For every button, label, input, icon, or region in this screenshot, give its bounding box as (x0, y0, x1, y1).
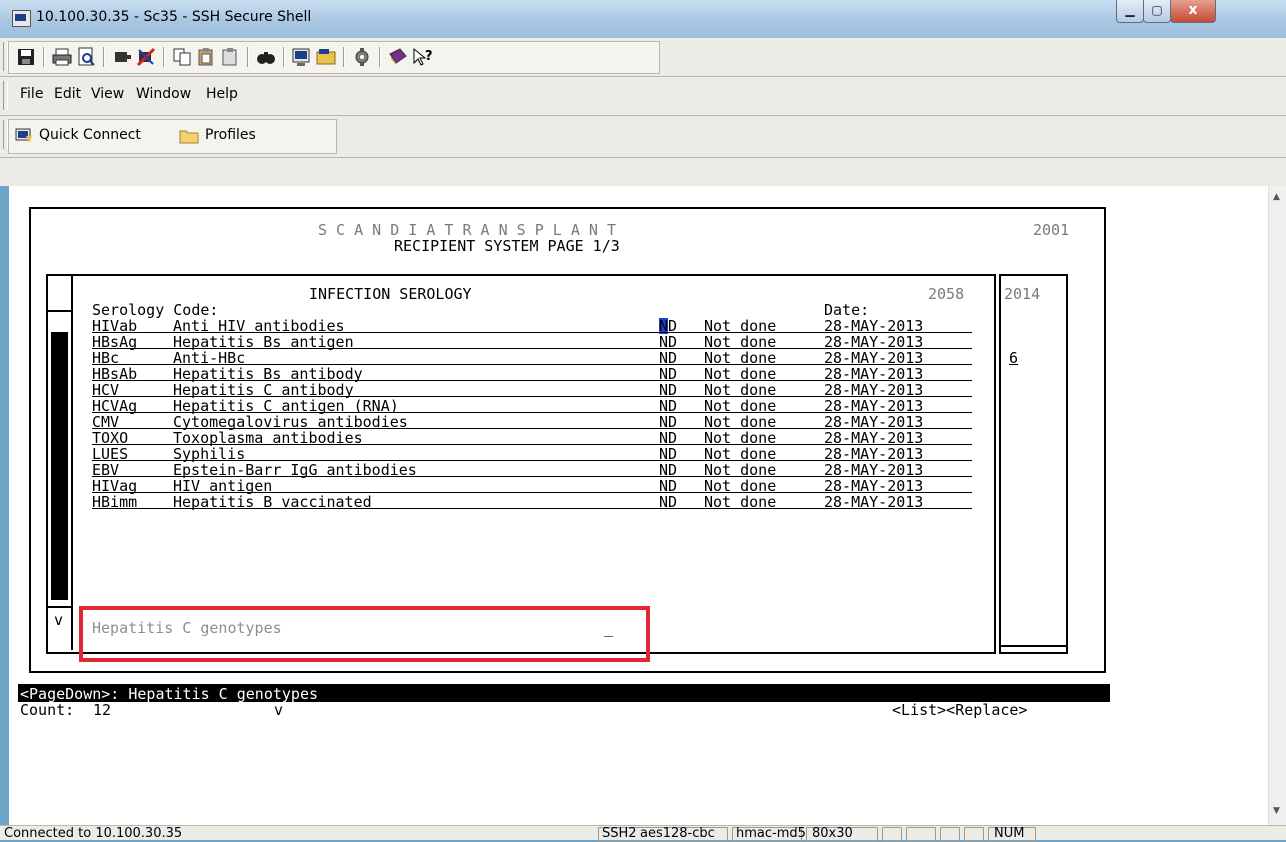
title-bar[interactable]: 10.100.30.35 - Sc35 - SSH Secure Shell ▁… (0, 0, 1286, 39)
find-icon[interactable] (255, 46, 277, 68)
toolbar-separator (103, 47, 105, 67)
close-button[interactable]: x (1170, 0, 1216, 23)
row-tick (46, 310, 73, 312)
clipboard-icon[interactable] (219, 46, 241, 68)
serology-code-header: Serology Code: (92, 301, 219, 319)
connect-icon[interactable] (111, 46, 133, 68)
left-scroll-bar (51, 332, 68, 600)
window-chrome: ? File Edit View Window Help Quick Conne… (0, 38, 1286, 186)
help-book-icon[interactable] (387, 46, 409, 68)
icon-toolbar-panel: ? (8, 41, 660, 74)
section-divider (71, 274, 73, 650)
date-header: Date: (824, 301, 870, 319)
quick-connect-bar: Quick Connect Profiles (0, 116, 1286, 158)
genotype-field[interactable]: Hepatitis C genotypes (92, 620, 282, 636)
system-name: S C A N D I A T R A N S P L A N T (318, 221, 617, 239)
ssh-app-icon[interactable] (12, 10, 31, 27)
quickbar-panel: Quick Connect Profiles (8, 119, 337, 154)
minimize-button[interactable]: ▁ (1116, 0, 1144, 23)
side-rule (999, 645, 1066, 647)
menu-file[interactable]: File (20, 86, 43, 102)
file-transfer-icon[interactable] (315, 46, 337, 68)
side-frame (999, 274, 1068, 654)
scroll-down-marker: v (54, 611, 64, 629)
screen-code: 2001 (1033, 221, 1070, 239)
connection-status: Connected to 10.100.30.35 (4, 826, 183, 841)
svg-text:?: ? (425, 49, 433, 64)
toolbar-separator (163, 47, 165, 67)
menu-help[interactable]: Help (206, 86, 238, 102)
folder-icon[interactable] (179, 128, 199, 144)
paste-icon[interactable] (195, 46, 217, 68)
count-label: Count: (20, 701, 75, 719)
side-value-cell[interactable]: 6 (1009, 350, 1018, 366)
terminal-screen[interactable]: S C A N D I A T R A N S P L A N T 2001 R… (9, 186, 1268, 825)
scroll-up-icon[interactable]: ▲ (1273, 192, 1280, 202)
terminal-scrollbar[interactable]: ▲ ▼ (1268, 186, 1286, 825)
save-icon[interactable] (15, 46, 37, 68)
status-panel (940, 827, 960, 842)
disconnect-icon[interactable] (135, 46, 157, 68)
print-preview-icon[interactable] (75, 46, 97, 68)
protocol-status: SSH2 (602, 826, 637, 841)
window-title: 10.100.30.35 - Sc35 - SSH Secure Shell (36, 9, 312, 25)
genotype-cursor: _ (604, 619, 614, 637)
scroll-down-icon[interactable]: ▼ (1273, 806, 1280, 816)
row-tick (46, 606, 73, 608)
toolbar-separator (379, 47, 381, 67)
menu-bar: File Edit View Window Help (0, 77, 1286, 116)
menu-view[interactable]: View (91, 86, 124, 102)
maximize-button[interactable]: ▢ (1143, 0, 1171, 23)
status-panel (882, 827, 902, 842)
status-panel (964, 827, 984, 842)
cipher-status: aes128-cbc (640, 826, 715, 841)
side-code: 2014 (1004, 285, 1041, 303)
status-panel (906, 827, 936, 842)
menu-grip[interactable] (3, 81, 8, 110)
icon-toolbar: ? (0, 38, 1286, 77)
profiles-button[interactable]: Profiles (205, 127, 256, 143)
context-help-icon[interactable]: ? (411, 46, 433, 68)
row-underline (92, 508, 972, 509)
new-terminal-icon[interactable] (291, 46, 313, 68)
print-icon[interactable] (51, 46, 73, 68)
status-bar: Connected to 10.100.30.35 SSH2 aes128-cb… (0, 825, 1286, 842)
menu-edit[interactable]: Edit (54, 86, 81, 102)
size-status: 80x30 (812, 826, 853, 841)
count-value: 12 (93, 701, 112, 719)
menu-window[interactable]: Window (136, 86, 191, 102)
toolbar-separator (343, 47, 345, 67)
hmac-status: hmac-md5 (736, 826, 806, 841)
page-title: RECIPIENT SYSTEM PAGE 1/3 (394, 237, 620, 255)
section-code: 2058 (928, 285, 965, 303)
section-title: INFECTION SEROLOGY (309, 285, 472, 303)
toolbar-separator (43, 47, 45, 67)
num-lock-status: NUM (994, 826, 1025, 841)
toolbar-separator (247, 47, 249, 67)
message-line: <PageDown>: Hepatitis C genotypes (20, 685, 319, 703)
function-keys[interactable]: <List><Replace> (892, 702, 1027, 718)
settings-icon[interactable] (351, 46, 373, 68)
quick-connect-icon[interactable] (15, 127, 33, 145)
toolbar-separator (283, 47, 285, 67)
quick-connect-button[interactable]: Quick Connect (39, 127, 141, 143)
copy-icon[interactable] (171, 46, 193, 68)
count-marker: v (274, 701, 284, 719)
